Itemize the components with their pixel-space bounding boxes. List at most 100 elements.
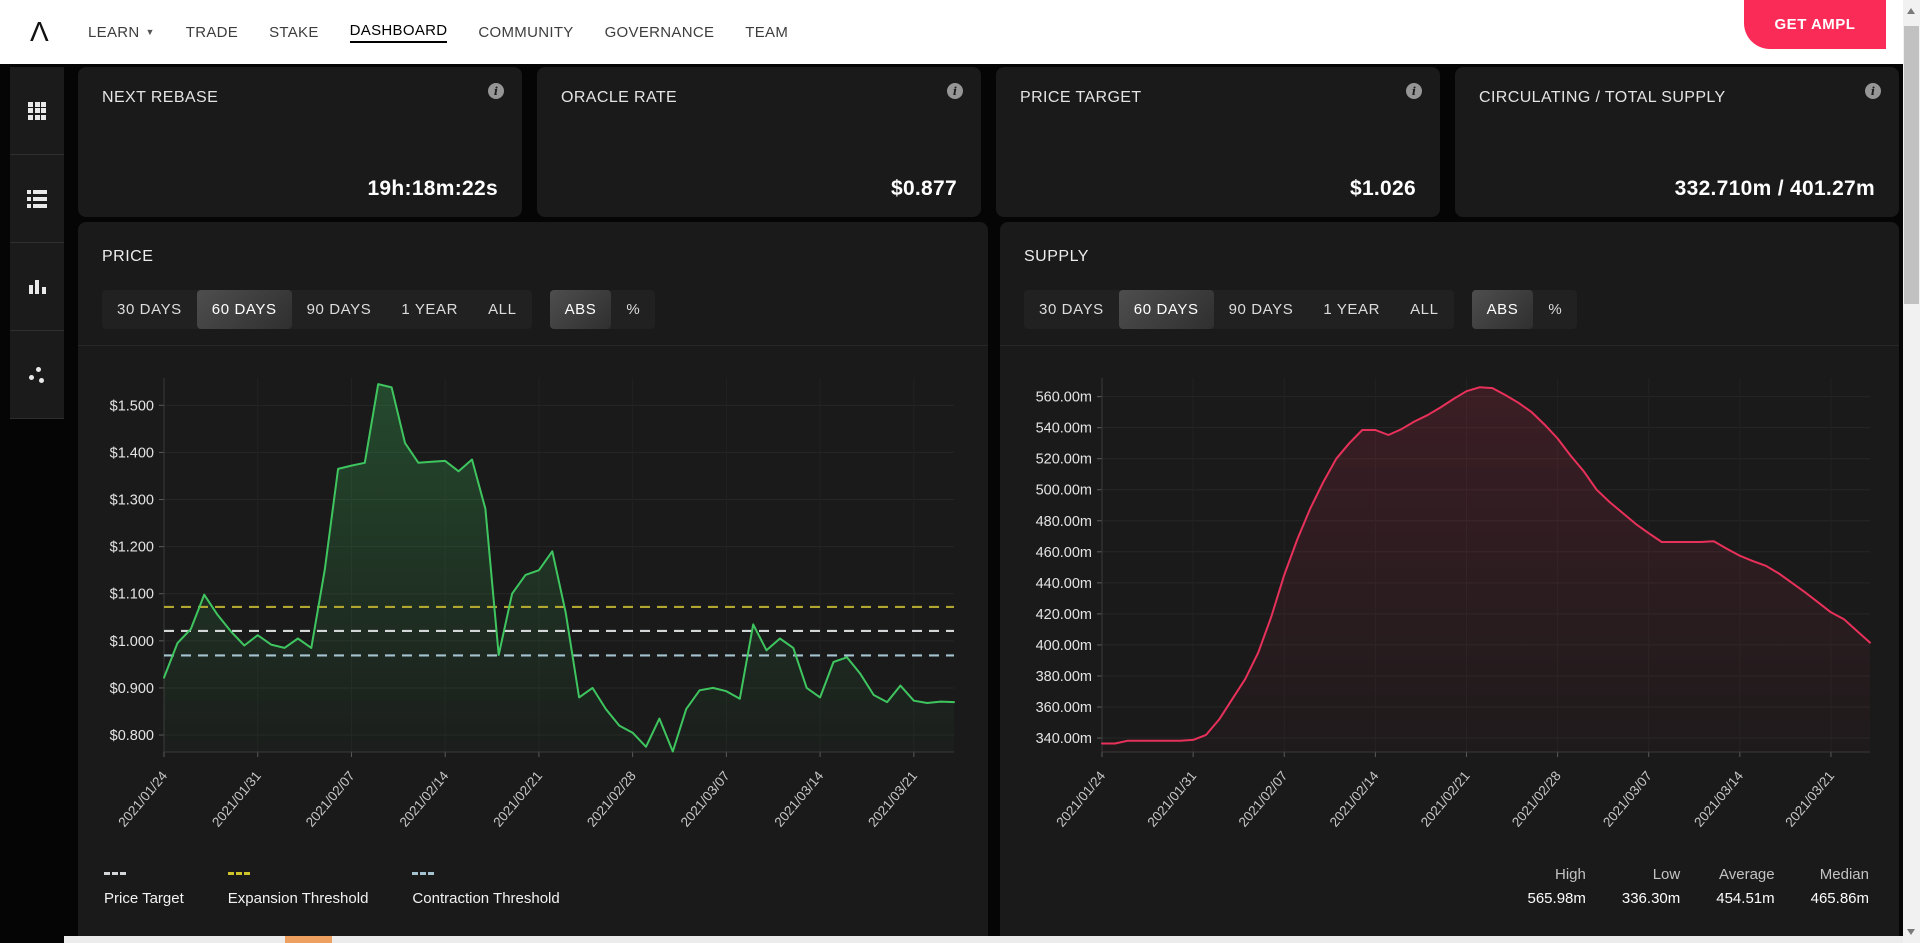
supply-range-60-days-button[interactable]: 60 DAYS xyxy=(1118,290,1214,329)
svg-text:2021/02/14: 2021/02/14 xyxy=(1327,768,1382,830)
stat-low: Low 336.30m xyxy=(1621,866,1681,907)
supply-range-90-days-button[interactable]: 90 DAYS xyxy=(1214,290,1309,329)
nav-link-trade[interactable]: TRADE xyxy=(186,24,238,41)
svg-text:500.00m: 500.00m xyxy=(1036,483,1092,499)
svg-text:380.00m: 380.00m xyxy=(1036,669,1092,685)
svg-text:480.00m: 480.00m xyxy=(1036,514,1092,530)
supply-range-all-button[interactable]: ALL xyxy=(1395,290,1454,329)
sidebar-item-dashboard-grid[interactable] xyxy=(10,67,64,155)
price-panel: PRICE 30 DAYS 60 DAYS 90 DAYS 1 YEAR ALL ABS… xyxy=(78,222,988,943)
stat-cards-row: NEXT REBASE i 19h:18m:22s ORACLE RATE i … xyxy=(78,67,1899,217)
svg-text:2021/02/28: 2021/02/28 xyxy=(584,768,639,829)
nav-link-learn[interactable]: LEARN ▼ xyxy=(88,24,155,41)
svg-text:$1.200: $1.200 xyxy=(110,540,154,556)
stat-median: Median 465.86m xyxy=(1810,866,1869,907)
svg-text:$1.500: $1.500 xyxy=(110,398,154,414)
horizontal-scrollbar[interactable] xyxy=(64,936,1903,943)
price-chart[interactable]: $1.500 $1.400 $1.300 $1.200 $1.100 $1.000 $0.9… xyxy=(84,362,982,862)
ampleforth-logo[interactable]: Λ xyxy=(30,16,76,48)
sidebar-item-list[interactable] xyxy=(10,155,64,243)
supply-range-30-days-button[interactable]: 30 DAYS xyxy=(1024,290,1119,329)
nav-link-dashboard[interactable]: DASHBOARD xyxy=(349,22,448,43)
svg-text:2021/03/14: 2021/03/14 xyxy=(771,768,826,830)
price-range-90-days-button[interactable]: 90 DAYS xyxy=(292,290,387,329)
left-icon-rail xyxy=(10,67,64,419)
legend-item-contraction-threshold: Contraction Threshold xyxy=(412,872,560,907)
next-rebase-card: NEXT REBASE i 19h:18m:22s xyxy=(78,67,522,217)
info-icon[interactable]: i xyxy=(1865,83,1881,99)
price-chart-legend: Price Target Expansion Threshold Contrac… xyxy=(104,872,560,907)
card-title: NEXT REBASE xyxy=(102,89,219,106)
scatter-icon xyxy=(27,365,47,385)
svg-text:2021/02/07: 2021/02/07 xyxy=(303,768,358,829)
price-unit-abs-button[interactable]: ABS xyxy=(549,290,612,329)
supply-panel: SUPPLY 30 DAYS 60 DAYS 90 DAYS 1 YEAR ALL AB… xyxy=(1000,222,1899,943)
card-title: CIRCULATING / TOTAL SUPPLY xyxy=(1479,89,1726,106)
nav-links: LEARN ▼ TRADE STAKE DASHBOARD COMMUNITY … xyxy=(88,22,788,43)
svg-text:$1.100: $1.100 xyxy=(110,587,154,603)
svg-text:$0.900: $0.900 xyxy=(110,681,154,697)
svg-text:440.00m: 440.00m xyxy=(1036,576,1092,592)
svg-text:2021/03/21: 2021/03/21 xyxy=(1782,768,1837,829)
next-rebase-value: 19h:18m:22s xyxy=(367,177,498,200)
supply-unit-button-group: ABS% xyxy=(1471,290,1578,329)
info-icon[interactable]: i xyxy=(1406,83,1422,99)
svg-text:340.00m: 340.00m xyxy=(1036,731,1092,747)
svg-text:2021/03/21: 2021/03/21 xyxy=(865,768,920,829)
top-navigation: Λ LEARN ▼ TRADE STAKE DASHBOARD COMMUNIT… xyxy=(0,0,1903,64)
svg-text:2021/01/31: 2021/01/31 xyxy=(1144,768,1199,829)
scroll-down-arrow-icon[interactable] xyxy=(1907,929,1915,935)
price-target-dash-swatch xyxy=(104,872,126,875)
price-range-all-button[interactable]: ALL xyxy=(473,290,532,329)
nav-link-label: LEARN xyxy=(88,23,140,41)
supply-chart[interactable]: 560.00m 540.00m 520.00m 500.00m 480.00m 460.0… xyxy=(1006,362,1892,862)
stat-average: Average 454.51m xyxy=(1716,866,1775,907)
supply-card: CIRCULATING / TOTAL SUPPLY i 332.710m / … xyxy=(1455,67,1899,217)
contraction-threshold-dash-swatch xyxy=(412,872,435,875)
vertical-scrollbar-thumb[interactable] xyxy=(1904,26,1919,304)
svg-text:2021/03/07: 2021/03/07 xyxy=(678,768,733,829)
price-range-60-days-button[interactable]: 60 DAYS xyxy=(196,290,292,329)
sidebar-item-charts[interactable] xyxy=(10,243,64,331)
svg-text:2021/03/14: 2021/03/14 xyxy=(1691,768,1746,830)
price-panel-title: PRICE xyxy=(102,248,154,265)
nav-link-governance[interactable]: GOVERNANCE xyxy=(605,24,715,41)
legend-item-price-target: Price Target xyxy=(104,872,184,907)
price-range-button-group: 30 DAYS 60 DAYS 90 DAYS 1 YEAR ALL xyxy=(102,290,532,329)
card-title: ORACLE RATE xyxy=(561,89,678,106)
supply-range-button-group: 30 DAYS 60 DAYS 90 DAYS 1 YEAR ALL xyxy=(1024,290,1454,329)
svg-text:2021/03/07: 2021/03/07 xyxy=(1600,768,1655,829)
chevron-down-icon: ▼ xyxy=(145,27,155,37)
supply-unit-abs-button[interactable]: ABS xyxy=(1471,290,1534,329)
scroll-up-arrow-icon[interactable] xyxy=(1907,8,1915,14)
svg-text:$0.800: $0.800 xyxy=(110,728,154,744)
vertical-scrollbar[interactable] xyxy=(1903,0,1920,943)
supply-chart-controls: 30 DAYS 60 DAYS 90 DAYS 1 YEAR ALL ABS% xyxy=(1000,290,1899,346)
svg-text:$1.300: $1.300 xyxy=(110,493,154,509)
nav-link-community[interactable]: COMMUNITY xyxy=(478,24,573,41)
nav-link-team[interactable]: TEAM xyxy=(745,24,788,41)
price-range-1-year-button[interactable]: 1 YEAR xyxy=(386,290,473,329)
svg-text:460.00m: 460.00m xyxy=(1036,545,1092,561)
price-target-card: PRICE TARGET i $1.026 xyxy=(996,67,1440,217)
price-range-30-days-button[interactable]: 30 DAYS xyxy=(102,290,197,329)
svg-text:2021/01/31: 2021/01/31 xyxy=(209,768,264,829)
get-ampl-button[interactable]: GET AMPL xyxy=(1744,0,1886,49)
svg-text:2021/01/24: 2021/01/24 xyxy=(1053,768,1108,830)
svg-text:2021/02/14: 2021/02/14 xyxy=(397,768,452,830)
price-unit---button[interactable]: % xyxy=(611,290,655,329)
bar-chart-icon xyxy=(28,279,46,294)
info-icon[interactable]: i xyxy=(488,83,504,99)
oracle-rate-value: $0.877 xyxy=(890,177,957,200)
supply-unit---button[interactable]: % xyxy=(1533,290,1577,329)
svg-text:540.00m: 540.00m xyxy=(1036,421,1092,437)
svg-text:2021/02/28: 2021/02/28 xyxy=(1509,768,1564,829)
nav-link-stake[interactable]: STAKE xyxy=(269,24,319,41)
price-chart-controls: 30 DAYS 60 DAYS 90 DAYS 1 YEAR ALL ABS% xyxy=(78,290,988,346)
sidebar-item-network[interactable] xyxy=(10,331,64,419)
svg-text:420.00m: 420.00m xyxy=(1036,607,1092,623)
svg-text:2021/02/21: 2021/02/21 xyxy=(1418,768,1473,829)
info-icon[interactable]: i xyxy=(947,83,963,99)
supply-range-1-year-button[interactable]: 1 YEAR xyxy=(1308,290,1395,329)
svg-text:2021/02/21: 2021/02/21 xyxy=(490,768,545,829)
